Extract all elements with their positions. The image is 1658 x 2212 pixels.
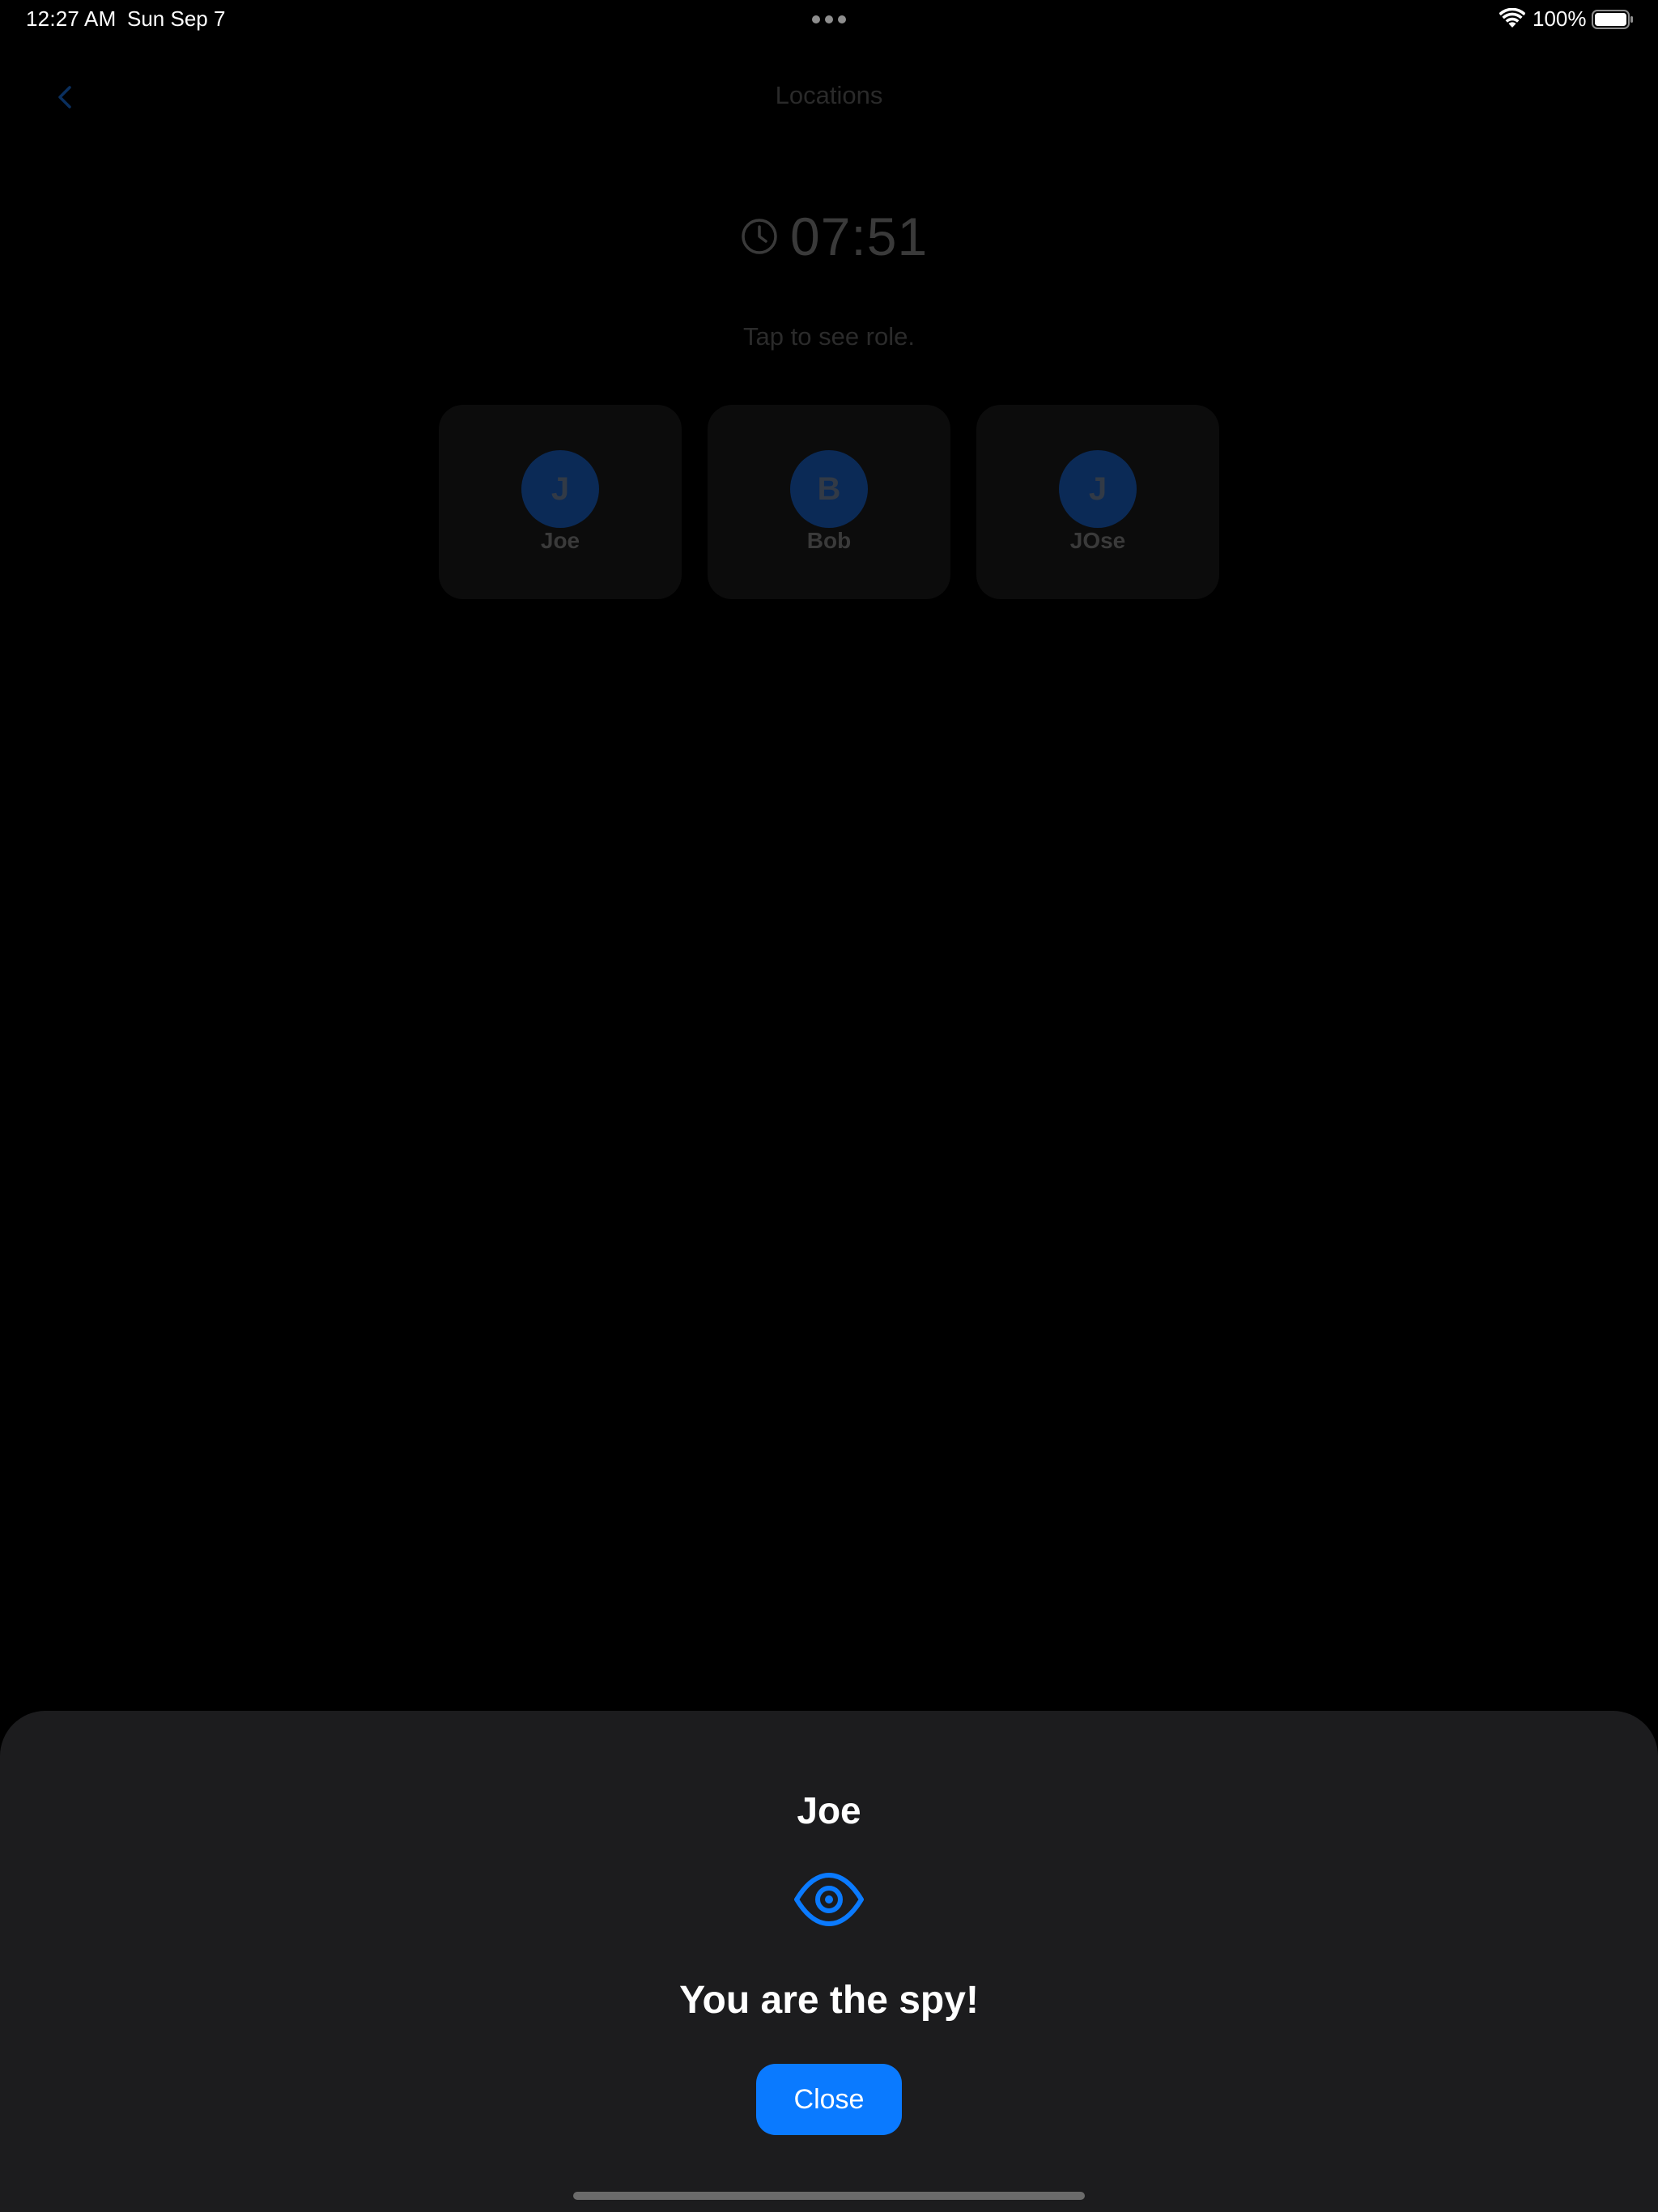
player-name: JOse	[1069, 528, 1126, 553]
back-chevron-icon[interactable]	[50, 81, 83, 113]
close-button[interactable]: Close	[756, 2064, 902, 2135]
player-card-joe[interactable]: J Joe	[439, 405, 682, 599]
player-card-jose[interactable]: J JOse	[976, 405, 1219, 599]
player-grid: J Joe B Bob J JOse	[439, 405, 1219, 599]
nav-title: Locations	[775, 81, 883, 109]
sheet-player-name: Joe	[797, 1789, 861, 1831]
home-indicator[interactable]	[573, 2192, 1085, 2200]
eye-icon	[794, 1873, 864, 1926]
hint-text: Tap to see role.	[743, 322, 915, 351]
avatar: B	[790, 450, 868, 528]
avatar: J	[521, 450, 599, 528]
clock-icon	[742, 219, 777, 254]
player-name: Bob	[806, 528, 852, 553]
player-name: Joe	[540, 528, 580, 553]
avatar: J	[1059, 450, 1137, 528]
role-sheet: Joe You are the spy! Close	[0, 1711, 1658, 2212]
timer-value: 07:51	[790, 206, 929, 266]
player-card-bob[interactable]: B Bob	[708, 405, 950, 599]
timer: 07:51	[740, 204, 928, 269]
role-text: You are the spy!	[679, 1979, 979, 2022]
screen: 12:27 AM Sun Sep 7 100% Locations 07:51 …	[0, 0, 1658, 2212]
